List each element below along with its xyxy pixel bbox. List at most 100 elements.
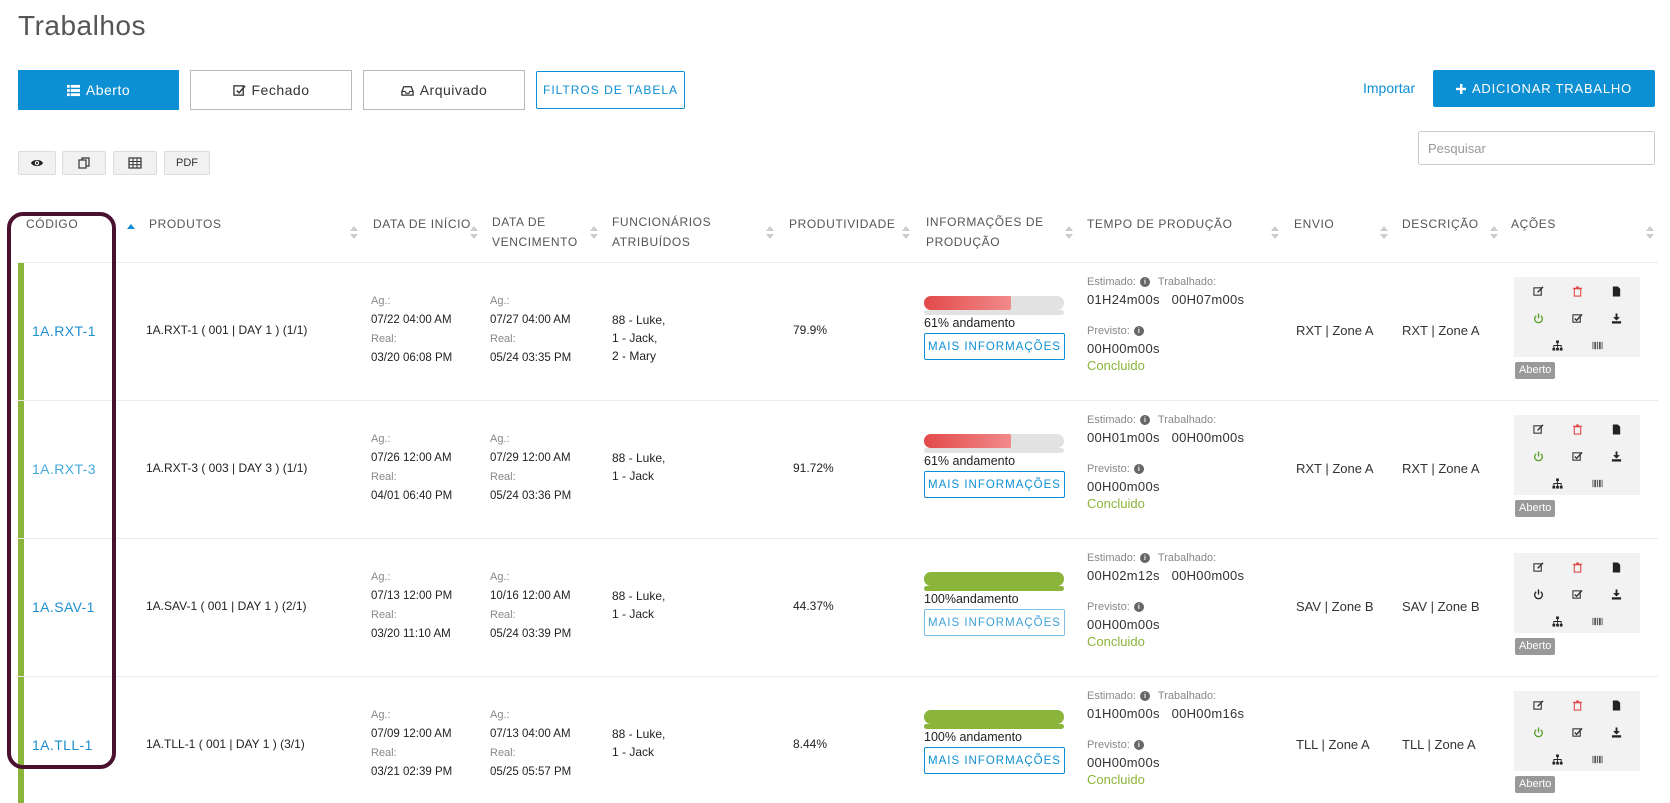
col-header-produtos[interactable]: PRODUTOS [149,214,222,234]
sitemap-icon[interactable] [1549,613,1565,629]
estimado-label: Estimado: [1087,552,1136,564]
product-text: 1A.SAV-1 ( 001 | DAY 1 ) (2/1) [146,599,307,613]
document-icon[interactable] [1608,283,1624,299]
sort-icon[interactable] [766,226,774,240]
sort-icon[interactable] [1065,226,1073,240]
info-icon[interactable]: i [1133,602,1144,612]
document-icon[interactable] [1608,421,1624,437]
sitemap-icon[interactable] [1549,475,1565,491]
check-icon[interactable] [1569,310,1585,326]
job-code-link[interactable]: 1A.RXT-1 [32,323,96,339]
edit-icon[interactable] [1530,421,1546,437]
col-header-codigo[interactable]: CÓDIGO [26,214,78,234]
more-info-button[interactable]: MAIS INFORMAÇÕES [924,471,1065,498]
toggle-columns-button[interactable] [18,151,56,175]
col-header-data-vencimento[interactable]: DATA DE VENCIMENTO [492,212,587,252]
delete-icon[interactable] [1569,697,1585,713]
sitemap-icon[interactable] [1549,337,1565,353]
download-icon[interactable] [1608,586,1624,602]
job-code-link[interactable]: 1A.TLL-1 [32,737,93,753]
sort-asc-icon[interactable] [127,224,135,238]
delete-icon[interactable] [1569,421,1585,437]
job-code-link[interactable]: 1A.SAV-1 [32,599,95,615]
col-header-envio[interactable]: ENVIO [1294,214,1334,234]
employee-list: 88 - Luke, 1 - Jack [612,449,665,485]
info-icon[interactable]: i [1133,464,1144,474]
table-row: 1A.SAV-1 1A.SAV-1 ( 001 | DAY 1 ) (2/1) … [18,538,1658,676]
estimated-trabalhado-labels: Estimado: i Trabalhado: [1087,414,1267,426]
power-icon[interactable] [1530,310,1546,326]
export-pdf-button[interactable]: PDF [164,151,210,175]
document-icon[interactable] [1608,697,1624,713]
sort-icon[interactable] [1380,226,1388,240]
more-info-button[interactable]: MAIS INFORMAÇÕES [924,333,1065,360]
more-info-button[interactable]: MAIS INFORMAÇÕES [924,609,1065,636]
estimated-worked-values: 00H01m00s 00H00m00s [1087,430,1267,445]
edit-icon[interactable] [1530,559,1546,575]
sort-icon[interactable] [902,226,910,240]
barcode-icon[interactable] [1589,475,1605,491]
concluido-text: Concluido [1087,772,1145,787]
estimated-worked-values: 00H02m12s 00H00m00s [1087,568,1267,583]
description-text: RXT | Zone A [1402,323,1480,338]
col-header-descricao[interactable]: DESCRIÇÃO [1402,214,1479,234]
tab-fechado[interactable]: Fechado [190,70,352,110]
power-icon[interactable] [1530,448,1546,464]
tab-aberto[interactable]: Aberto [18,70,179,110]
sitemap-icon[interactable] [1549,751,1565,767]
start-ag-value: 07/26 12:00 AM [371,452,452,464]
more-info-button[interactable]: MAIS INFORMAÇÕES [924,747,1065,774]
table-filters-button[interactable]: FILTROS DE TABELA [536,71,685,109]
col-header-info-producao[interactable]: INFORMAÇÕES DE PRODUÇÃO [926,212,1056,252]
col-header-produtividade[interactable]: PRODUTIVIDADE [789,214,895,234]
col-header-tempo-producao[interactable]: TEMPO DE PRODUÇÃO [1087,214,1233,234]
download-icon[interactable] [1608,724,1624,740]
job-code-link[interactable]: 1A.RXT-3 [32,461,96,477]
copy-button[interactable] [62,151,106,175]
check-icon[interactable] [1569,586,1585,602]
progress-bar [924,434,1064,454]
col-header-data-inicio[interactable]: DATA DE INÍCIO [373,214,471,234]
check-icon[interactable] [1569,724,1585,740]
delete-icon[interactable] [1569,559,1585,575]
download-icon[interactable] [1608,310,1624,326]
info-icon[interactable]: i [1139,415,1150,425]
info-icon[interactable]: i [1139,277,1150,287]
ag-label: Ag.: [371,433,391,445]
document-icon[interactable] [1608,559,1624,575]
sort-icon[interactable] [350,226,358,240]
sort-icon[interactable] [590,226,598,240]
barcode-icon[interactable] [1589,751,1605,767]
export-excel-button[interactable] [113,151,157,175]
real-label: Real: [490,747,516,759]
employee-item: 88 - Luke, [612,451,666,465]
info-icon[interactable]: i [1139,553,1150,563]
col-header-funcionarios[interactable]: FUNCIONÁRIOS ATRIBUÍDOS [612,212,732,252]
sort-icon[interactable] [1271,226,1279,240]
check-icon[interactable] [1569,448,1585,464]
sort-icon[interactable] [1646,226,1654,240]
search-input[interactable] [1418,131,1655,165]
import-link[interactable]: Importar [1363,80,1415,96]
power-icon[interactable] [1530,586,1546,602]
info-icon[interactable]: i [1139,691,1150,701]
tab-arquivado[interactable]: Arquivado [363,70,525,110]
due-ag-value: 07/13 04:00 AM [490,728,571,740]
barcode-icon[interactable] [1589,613,1605,629]
real-label: Real: [371,471,397,483]
info-icon[interactable]: i [1133,740,1144,750]
delete-icon[interactable] [1569,283,1585,299]
add-job-button[interactable]: ADICIONAR TRABALHO [1433,70,1655,107]
trabalhado-label: Trabalhado: [1157,690,1217,702]
info-icon[interactable]: i [1133,326,1144,336]
edit-icon[interactable] [1530,697,1546,713]
sort-icon[interactable] [1490,226,1498,240]
status-badge: Aberto [1515,776,1556,793]
edit-icon[interactable] [1530,283,1546,299]
concluido-text: Concluido [1087,496,1145,511]
barcode-icon[interactable] [1589,337,1605,353]
power-icon[interactable] [1530,724,1546,740]
production-time: Estimado: i Trabalhado: 01H00m00s 00H00m… [1087,690,1267,787]
sort-icon[interactable] [470,226,478,240]
download-icon[interactable] [1608,448,1624,464]
